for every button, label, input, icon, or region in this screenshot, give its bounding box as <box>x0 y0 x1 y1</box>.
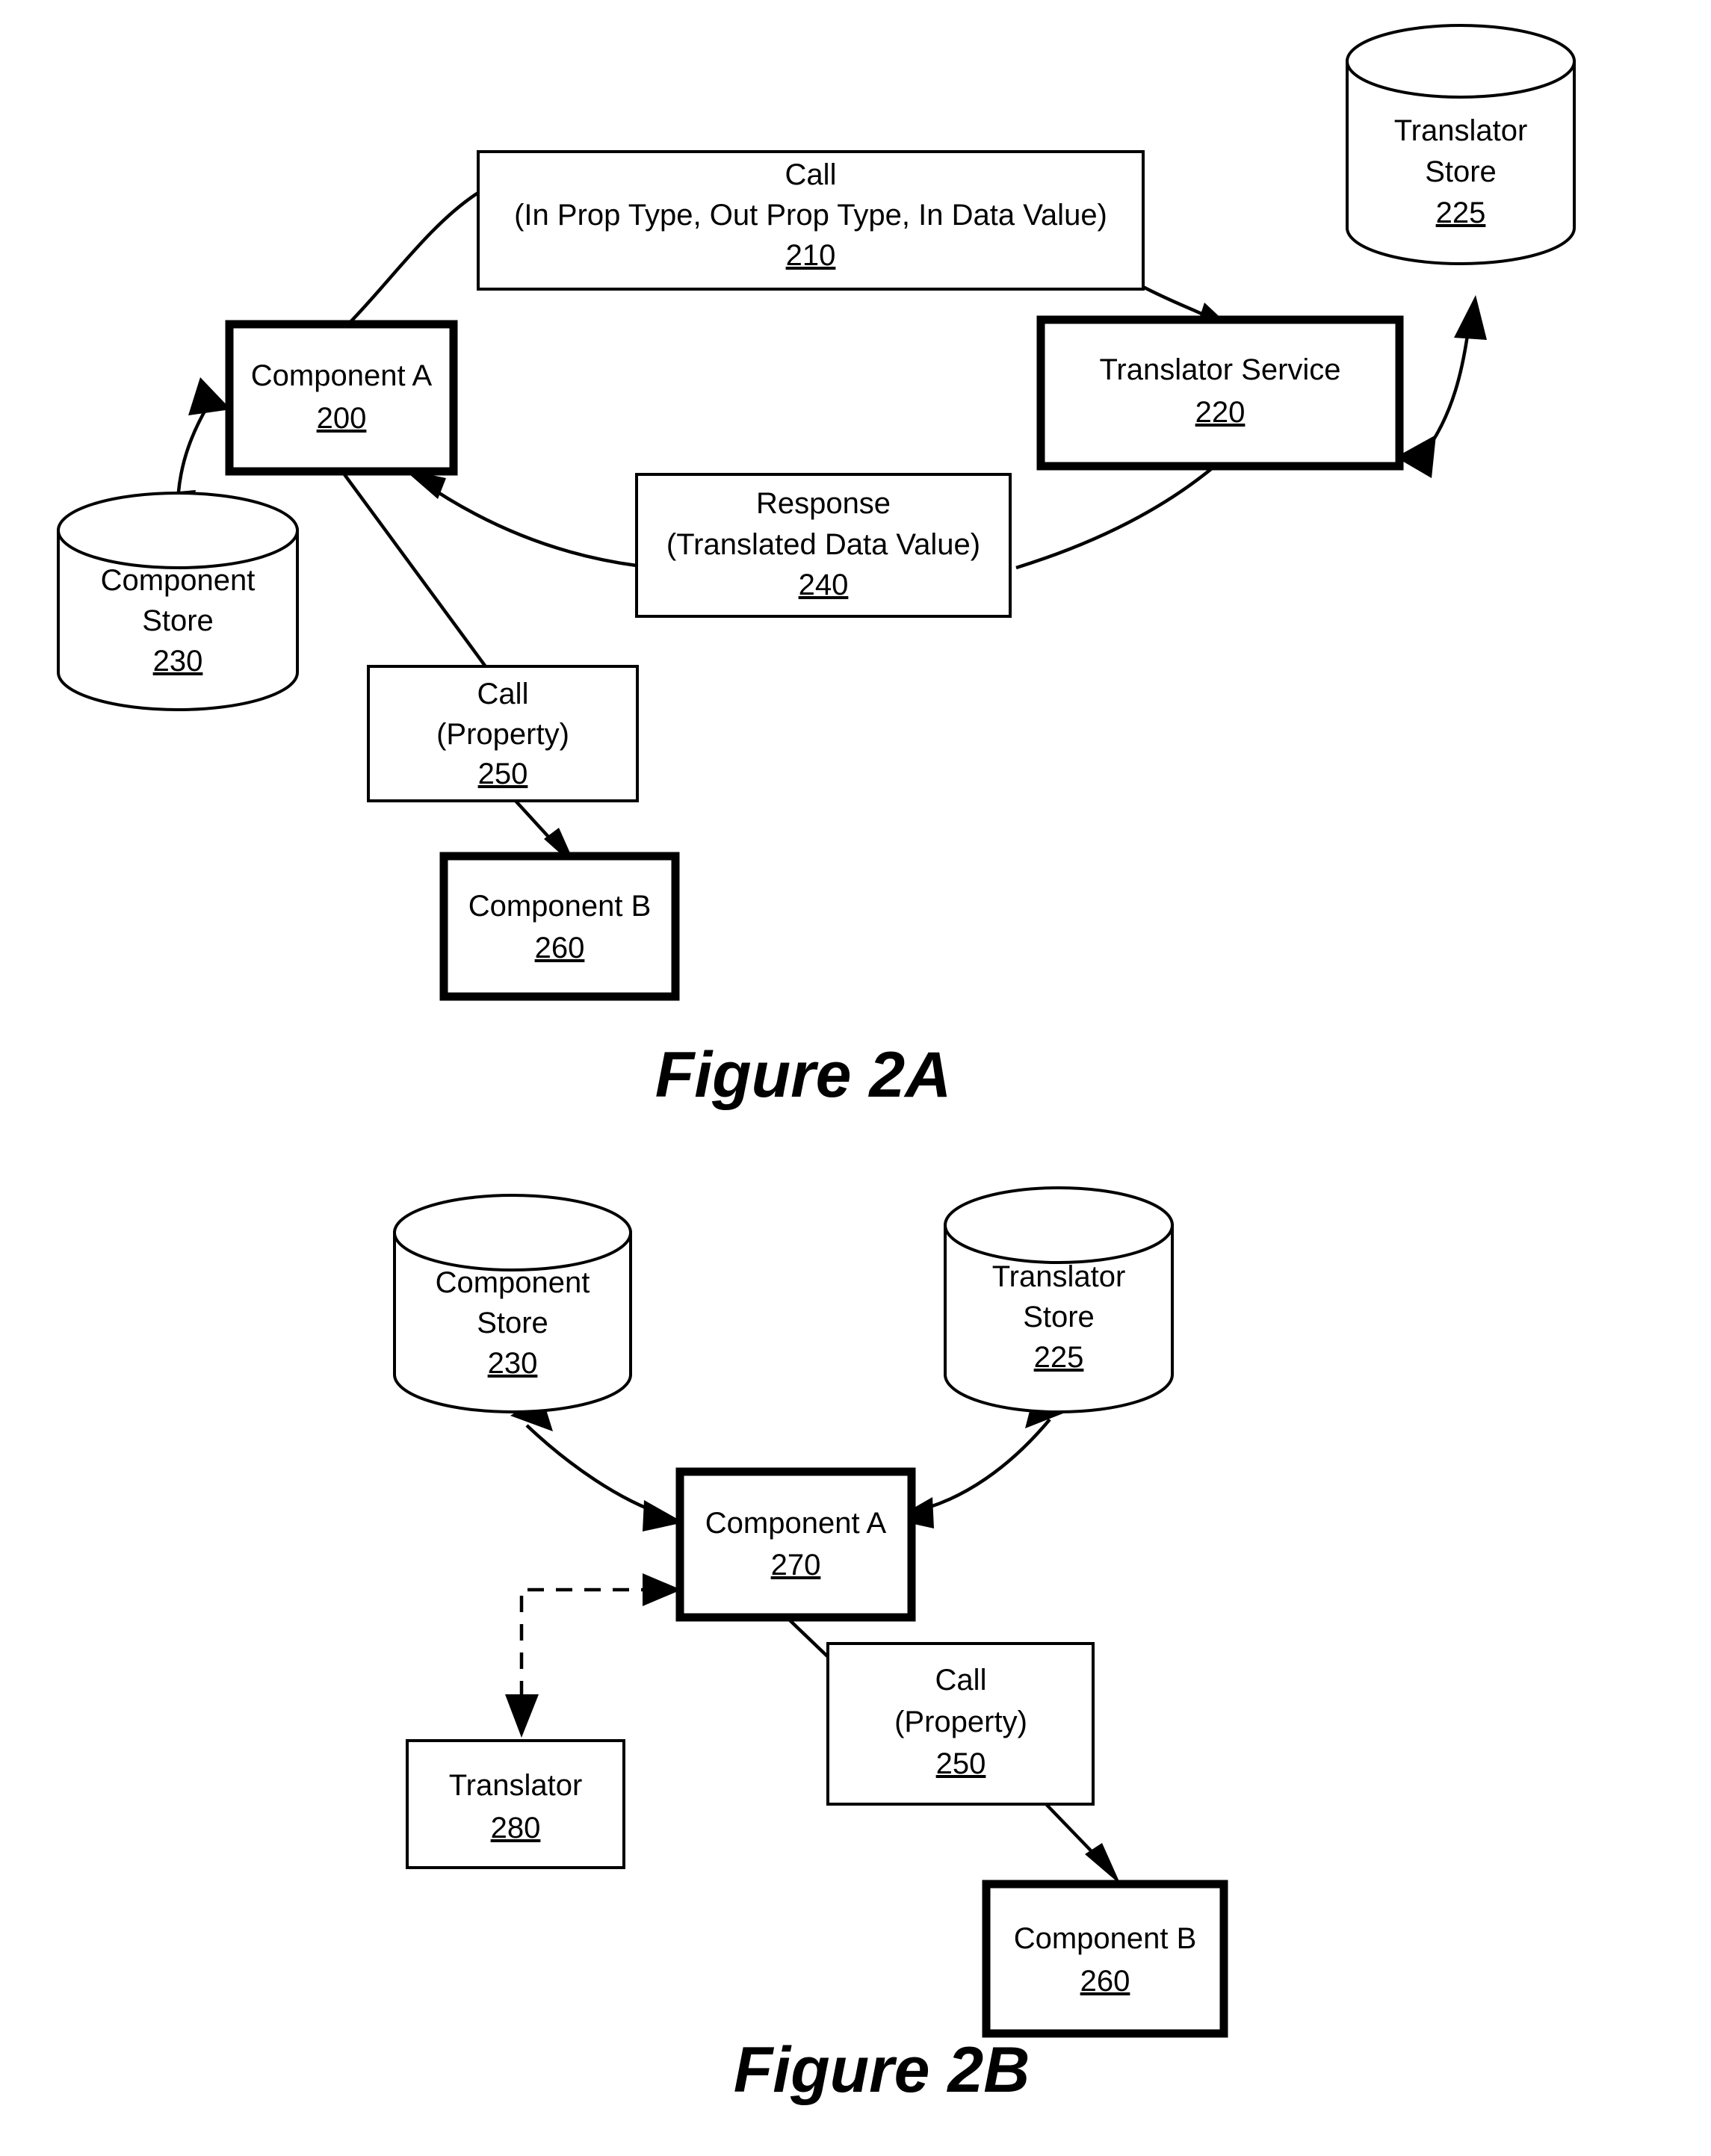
node-call-250-line2: (Property) <box>436 718 569 751</box>
node-call-250[interactable]: Call (Property) 250 <box>367 665 639 802</box>
node-translator-store-225b-ref: 225 <box>1034 1341 1084 1374</box>
node-component-a-200-shape <box>225 320 458 476</box>
node-component-a-200[interactable]: Component A 200 <box>225 320 458 476</box>
node-translator-280[interactable]: Translator 280 <box>406 1739 625 1869</box>
node-component-b-260b-ref: 260 <box>1080 1965 1130 1998</box>
node-call-250-ref: 250 <box>478 758 528 790</box>
node-call-250b[interactable]: Call (Property) 250 <box>826 1642 1095 1806</box>
node-component-store-230b[interactable]: Component Store 230 <box>393 1194 632 1413</box>
node-component-b-260[interactable]: Component B 260 <box>439 852 680 1001</box>
node-translator-service-220-shape <box>1036 315 1404 471</box>
node-translator-280-line1: Translator <box>449 1769 583 1802</box>
connector-translator-service-to-response <box>1015 467 1213 570</box>
node-component-b-260-ref: 260 <box>535 932 585 964</box>
arrowhead-to-component-a <box>188 377 231 415</box>
node-component-store-230-ref: 230 <box>153 645 203 678</box>
node-translator-store-225[interactable]: Translator Store 225 <box>1346 24 1576 265</box>
node-component-a-270-line1: Component A <box>705 1507 887 1540</box>
arrowhead-to-translator-store <box>1454 295 1487 340</box>
node-component-store-230-line1: Component <box>101 564 256 597</box>
node-translator-store-225b-line1: Translator <box>992 1260 1126 1293</box>
connector-component-a-to-call-210 <box>344 191 480 328</box>
node-component-store-230b-top <box>393 1194 632 1271</box>
figure-2a-caption: Figure 2A <box>655 1039 952 1111</box>
node-translator-store-225b[interactable]: Translator Store 225 <box>944 1186 1174 1413</box>
figure-2b-caption: Figure 2B <box>734 2034 1030 2106</box>
figure-2b-group: Component Store 230 Translator Store 225… <box>393 1186 1228 2106</box>
node-response-240-line1: Response <box>756 487 891 520</box>
node-translator-280-ref: 280 <box>491 1812 541 1844</box>
node-translator-store-225-line1: Translator <box>1394 114 1528 147</box>
node-call-210-ref: 210 <box>786 239 836 272</box>
node-translator-store-225-line2: Store <box>1425 155 1497 188</box>
connector-component-a-270-to-translator-store <box>907 1418 1051 1515</box>
node-call-210-line1: Call <box>785 158 837 191</box>
node-component-store-230-top <box>57 492 299 569</box>
node-translator-service-220-ref: 220 <box>1195 396 1246 429</box>
node-translator-service-220-line1: Translator Service <box>1099 353 1340 386</box>
figures-svg: Call (In Prop Type, Out Prop Type, In Da… <box>57 24 1576 2106</box>
node-component-b-260-line1: Component B <box>468 890 652 923</box>
figure-2a-group: Call (In Prop Type, Out Prop Type, In Da… <box>57 24 1576 1111</box>
node-component-store-230[interactable]: Component Store 230 <box>57 492 299 711</box>
node-component-b-260b[interactable]: Component B 260 <box>982 1880 1228 2038</box>
node-component-a-270-ref: 270 <box>771 1549 821 1582</box>
node-translator-store-225-top <box>1346 24 1576 99</box>
node-component-a-200-ref: 200 <box>317 402 367 435</box>
node-translator-store-225b-top <box>944 1186 1174 1264</box>
connector-response-to-component-a <box>421 480 637 568</box>
node-translator-store-225-ref: 225 <box>1436 196 1486 229</box>
node-component-store-230b-line2: Store <box>477 1307 548 1339</box>
node-call-250b-ref: 250 <box>936 1747 986 1780</box>
node-component-store-230b-line1: Component <box>436 1266 590 1299</box>
node-translator-280-shape <box>406 1739 625 1869</box>
node-component-store-230b-ref: 230 <box>488 1347 538 1380</box>
patent-figure-sheet: Call (In Prop Type, Out Prop Type, In Da… <box>0 0 1711 2156</box>
arrowhead-dashed-to-component-a-270 <box>643 1573 681 1606</box>
connector-component-a-to-call-250 <box>338 467 489 670</box>
node-translator-store-225b-line2: Store <box>1023 1301 1095 1333</box>
node-component-b-260-shape <box>439 852 680 1001</box>
node-response-240-line2: (Translated Data Value) <box>666 528 980 561</box>
node-response-240-ref: 240 <box>799 569 849 601</box>
node-component-a-200-line1: Component A <box>251 359 433 392</box>
node-translator-service-220[interactable]: Translator Service 220 <box>1036 315 1404 471</box>
node-component-b-260b-shape <box>982 1880 1228 2038</box>
node-component-b-260b-line1: Component B <box>1014 1922 1197 1955</box>
node-call-250b-line1: Call <box>935 1664 987 1697</box>
node-component-a-270-shape <box>675 1467 916 1622</box>
arrowhead-to-translator-280 <box>505 1694 539 1738</box>
node-component-store-230-line2: Store <box>142 604 214 637</box>
node-call-250b-line2: (Property) <box>894 1706 1027 1738</box>
node-component-a-270[interactable]: Component A 270 <box>675 1467 916 1622</box>
connector-component-a-270-to-translator-280 <box>519 1587 658 1713</box>
node-call-210-line2: (In Prop Type, Out Prop Type, In Data Va… <box>514 199 1107 232</box>
node-call-250-line1: Call <box>477 678 529 710</box>
node-call-210[interactable]: Call (In Prop Type, Out Prop Type, In Da… <box>477 150 1145 291</box>
node-response-240[interactable]: Response (Translated Data Value) 240 <box>635 473 1012 618</box>
